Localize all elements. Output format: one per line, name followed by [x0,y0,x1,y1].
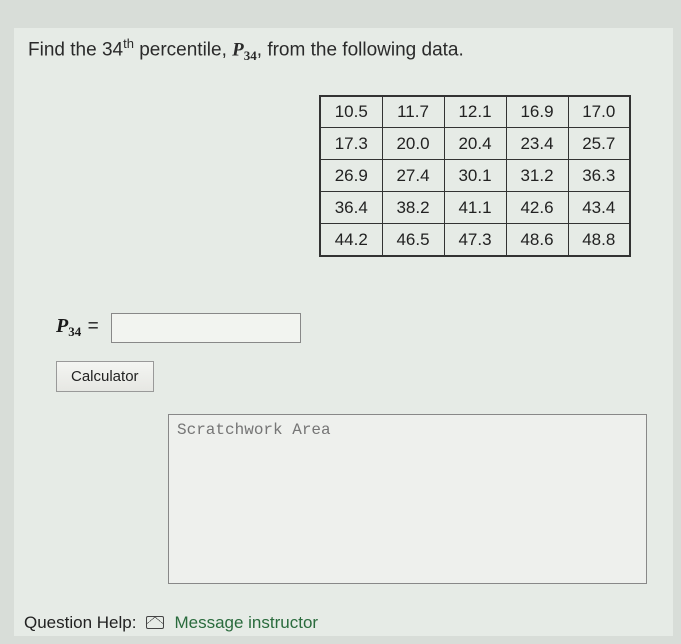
data-cell: 46.5 [382,224,444,256]
q-ord: 34 [102,39,123,60]
question-text: Find the 34th percentile, P34, from the … [28,34,659,67]
data-cell: 10.5 [320,96,382,128]
table-row: 44.2 46.5 47.3 48.6 48.8 [320,224,630,256]
q-ord-sup: th [123,36,134,51]
answer-sub: 34 [68,325,81,340]
data-cell: 31.2 [506,160,568,192]
data-cell: 12.1 [444,96,506,128]
q-sub: 34 [244,48,257,63]
q-mid: percentile, [134,39,232,60]
table-row: 17.3 20.0 20.4 23.4 25.7 [320,128,630,160]
table-row: 10.5 11.7 12.1 16.9 17.0 [320,96,630,128]
data-cell: 36.4 [320,192,382,224]
data-cell: 27.4 [382,160,444,192]
q-suffix: , from the following data. [257,39,464,60]
answer-label: P34 = [56,315,101,340]
table-row: 36.4 38.2 41.1 42.6 43.4 [320,192,630,224]
data-cell: 38.2 [382,192,444,224]
data-cell: 42.6 [506,192,568,224]
data-cell: 11.7 [382,96,444,128]
data-cell: 43.4 [568,192,630,224]
q-prefix: Find the [28,39,102,60]
data-cell: 17.3 [320,128,382,160]
data-cell: 44.2 [320,224,382,256]
q-sym: P [232,39,244,60]
scratchwork-area[interactable] [168,414,647,584]
data-cell: 48.6 [506,224,568,256]
data-cell: 36.3 [568,160,630,192]
answer-row: P34 = [56,313,659,343]
data-cell: 20.0 [382,128,444,160]
data-cell: 47.3 [444,224,506,256]
answer-eq: = [88,316,99,337]
help-label: Question Help: [24,613,136,633]
data-cell: 23.4 [506,128,568,160]
answer-input[interactable] [111,313,301,343]
question-help-row: Question Help: Message instructor [24,613,659,633]
data-cell: 41.1 [444,192,506,224]
data-cell: 17.0 [568,96,630,128]
data-cell: 30.1 [444,160,506,192]
data-cell: 20.4 [444,128,506,160]
data-cell: 16.9 [506,96,568,128]
data-cell: 26.9 [320,160,382,192]
mail-icon [146,616,164,629]
table-row: 26.9 27.4 30.1 31.2 36.3 [320,160,630,192]
data-cell: 48.8 [568,224,630,256]
answer-sym: P [56,315,68,337]
data-table: 10.5 11.7 12.1 16.9 17.0 17.3 20.0 20.4 … [319,95,631,257]
message-instructor-link[interactable]: Message instructor [174,613,318,633]
calculator-button[interactable]: Calculator [56,361,154,392]
data-cell: 25.7 [568,128,630,160]
